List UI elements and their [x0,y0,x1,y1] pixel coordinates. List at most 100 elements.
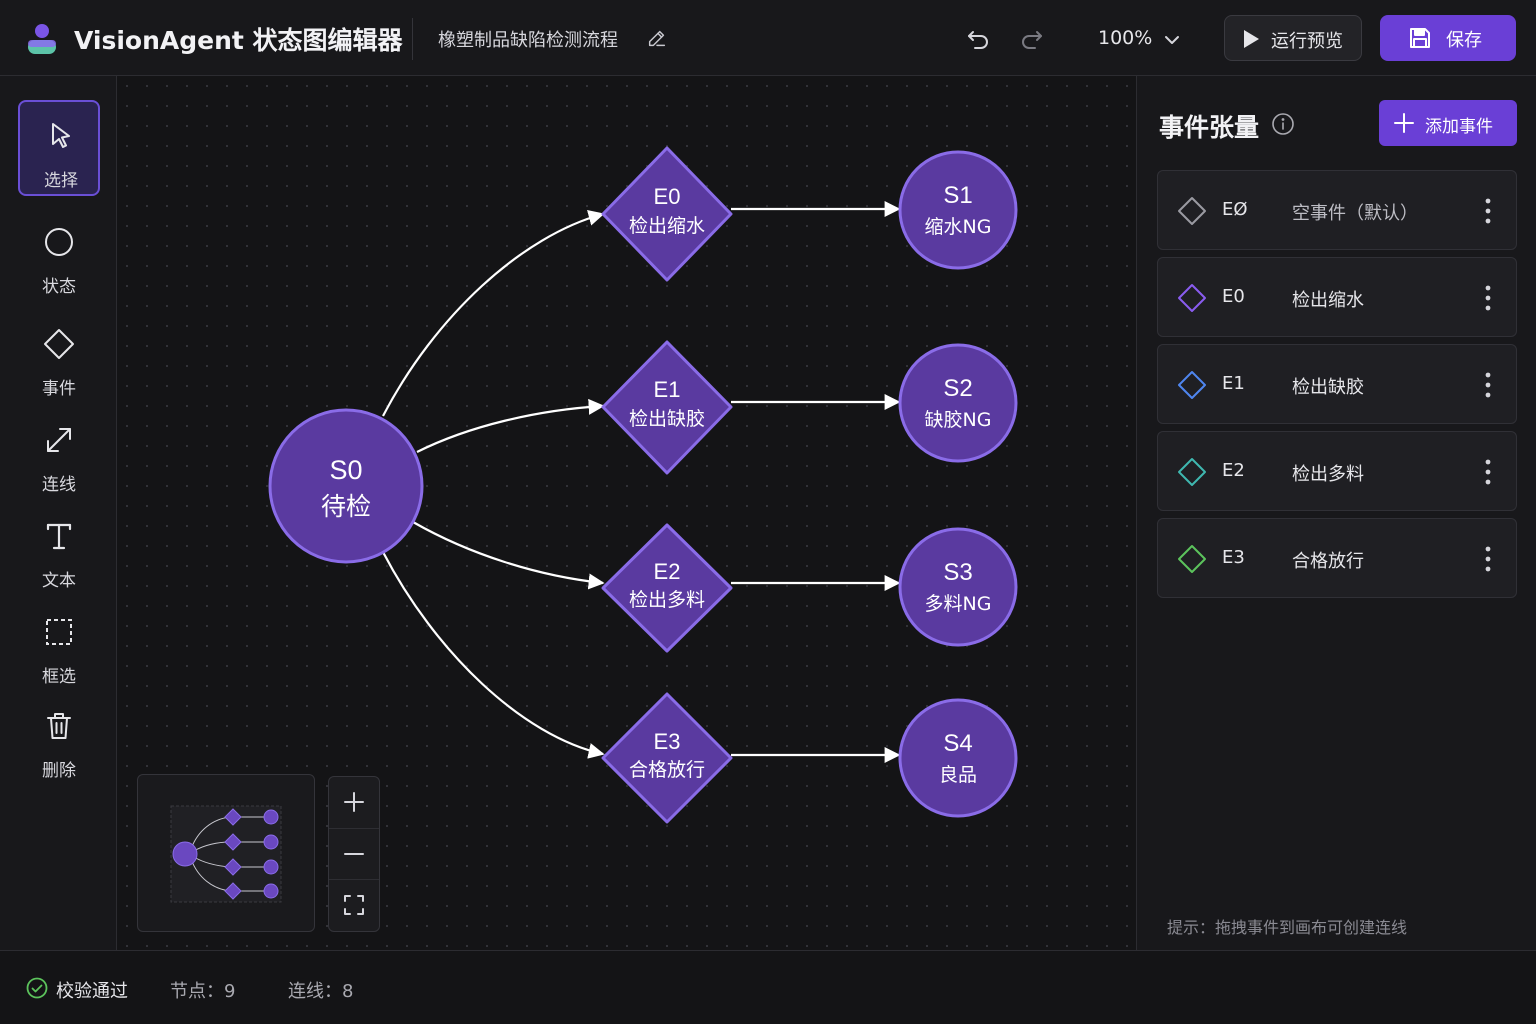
state-node-s2[interactable]: S2 缺胶NG [898,343,1018,463]
state-node-s1[interactable]: S1 缩水NG [898,150,1018,270]
validation-status: 校验通过 [56,981,128,1002]
event-id: E0 [1222,286,1245,307]
tool-marquee[interactable]: 框选 [18,598,100,694]
tool-label: 连线 [42,475,76,495]
state-label: 缺胶NG [925,409,992,431]
event-name: 检出缺胶 [1292,377,1364,398]
node-count: 节点：9 [170,981,236,1002]
tool-label: 状态 [42,277,76,297]
add-event-label: 添加事件 [1425,117,1493,137]
check-circle-icon [26,977,48,999]
event-name: 检出缩水 [1292,290,1364,311]
chevron-down-icon [1165,36,1179,44]
panel-hint: 提示：拖拽事件到画布可创建连线 [1167,918,1408,937]
tool-label: 框选 [42,667,76,687]
event-list-item-e-empty[interactable]: EØ 空事件（默认） [1157,170,1517,250]
undo-icon[interactable] [964,24,994,54]
app-logo-icon [28,24,56,54]
marquee-icon [46,619,72,645]
plus-icon [1394,113,1414,133]
event-list-item-e2[interactable]: E2 检出多料 [1157,431,1517,511]
tool-event[interactable]: 事件 [18,310,100,406]
state-node-s0[interactable]: S0 待检 [268,408,424,564]
info-icon[interactable] [1271,112,1295,136]
plus-icon [344,792,364,812]
edge-s0-e1[interactable] [416,398,605,453]
edge-s0-e2[interactable] [412,521,605,590]
event-id: E1 [1222,373,1245,394]
state-id: S3 [943,559,972,586]
event-label: 检出多料 [629,589,705,611]
redo-icon[interactable] [1016,24,1046,54]
more-vertical-icon[interactable] [1476,541,1500,577]
fit-view-button[interactable] [329,879,379,930]
left-toolbar: 选择 状态 事件 连线 文本 框选 删除 [0,76,117,950]
tool-label: 删除 [42,761,76,781]
zoom-in-button[interactable] [329,777,379,828]
tool-select[interactable]: 选择 [18,100,100,196]
event-label: 检出缩水 [629,215,705,237]
save-button[interactable]: 保存 [1380,15,1516,61]
event-node-e2[interactable]: E2 检出多料 [601,523,733,653]
edge-s0-e0[interactable] [382,210,605,417]
state-id: S1 [943,182,972,209]
event-node-e1[interactable]: E1 检出缺胶 [601,340,733,475]
tool-delete[interactable]: 删除 [18,692,100,788]
event-id: E2 [1222,460,1245,481]
zoom-out-button[interactable] [329,828,379,879]
edge-count: 连线：8 [288,981,354,1002]
event-label: 检出缺胶 [629,408,705,430]
event-id: E1 [654,377,681,402]
top-divider [412,18,413,60]
event-name: 空事件（默认） [1292,203,1418,224]
state-label: 待检 [321,492,371,521]
status-bar: 校验通过 节点：9 连线：8 [0,950,1536,1024]
diamond-icon [1178,284,1206,312]
more-vertical-icon[interactable] [1476,454,1500,490]
add-event-button[interactable]: 添加事件 [1379,100,1517,146]
play-icon [1244,30,1259,48]
tool-label: 选择 [44,171,78,191]
event-id: E2 [654,559,681,584]
document-title[interactable]: 橡塑制品缺陷检测流程 [438,26,618,52]
state-node-s3[interactable]: S3 多料NG [898,527,1018,647]
tool-text[interactable]: 文本 [18,502,100,598]
diamond-icon [1178,545,1206,573]
minimap-preview [170,805,282,903]
tool-connect[interactable]: 连线 [18,406,100,502]
diamond-icon [44,329,74,359]
event-id: E3 [654,729,681,754]
event-node-e0[interactable]: E0 检出缩水 [601,146,733,282]
event-list-item-e3[interactable]: E3 合格放行 [1157,518,1517,598]
event-node-e3[interactable]: E3 合格放行 [601,692,733,824]
state-label: 缩水NG [925,216,992,238]
diamond-icon [1178,458,1206,486]
pencil-icon[interactable] [646,27,668,49]
event-name: 检出多料 [1292,464,1364,485]
event-id: E3 [1222,547,1245,568]
event-list-item-e0[interactable]: E0 检出缩水 [1157,257,1517,337]
state-id: S2 [943,375,972,402]
state-node-s4[interactable]: S4 良品 [898,698,1018,818]
run-preview-button[interactable]: 运行预览 [1224,15,1362,61]
tool-state[interactable]: 状态 [18,208,100,304]
edge-s0-e3[interactable] [382,551,605,759]
floppy-disk-icon [1410,28,1430,48]
more-vertical-icon[interactable] [1476,367,1500,403]
text-icon [46,523,72,550]
circle-icon [45,228,73,256]
more-vertical-icon[interactable] [1476,193,1500,229]
run-preview-label: 运行预览 [1271,31,1343,52]
minimap[interactable] [137,774,315,932]
zoom-select[interactable]: 100% [1092,22,1192,56]
tool-label: 事件 [42,379,76,399]
diagram-canvas[interactable]: S0 待检 E0 检出缩水 E1 检出缺胶 E2 检出多料 E3 合格放行 S1 [117,76,1136,950]
cursor-icon [52,123,70,148]
zoom-value: 100% [1098,27,1153,49]
state-id: S4 [943,730,972,757]
event-list-item-e1[interactable]: E1 检出缺胶 [1157,344,1517,424]
top-bar: VisionAgent 状态图编辑器 橡塑制品缺陷检测流程 100% 运行预览 … [0,0,1536,76]
more-vertical-icon[interactable] [1476,280,1500,316]
minus-icon [344,853,364,855]
connect-arrow-icon [47,428,71,452]
